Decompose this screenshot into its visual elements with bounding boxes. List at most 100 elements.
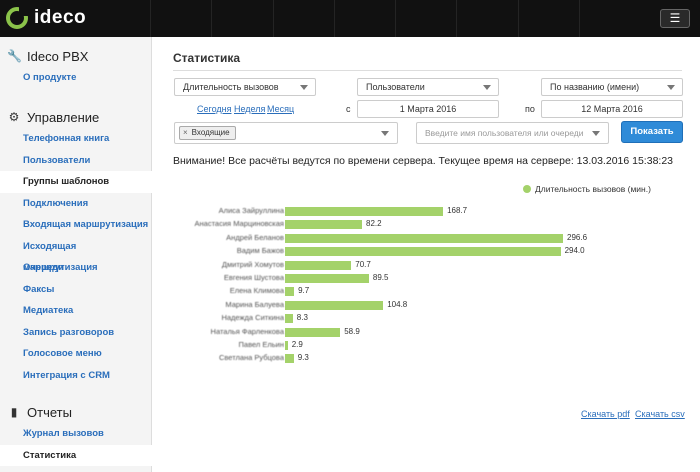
sidebar-item-call-log[interactable]: Журнал вызовов xyxy=(0,423,152,445)
bar-row: Евгения Шустова 89.5 xyxy=(152,272,700,285)
direction-multiselect[interactable]: × Входящие xyxy=(174,122,398,144)
metric-select-value: Длительность вызовов xyxy=(183,82,279,92)
bar-value-label: 2.9 xyxy=(291,340,303,349)
title-divider xyxy=(173,70,682,71)
sidebar-section-title: ⚙ Управление xyxy=(0,106,152,128)
bar[interactable] xyxy=(285,314,293,324)
bar-row: Надежда Ситкина 8.3 xyxy=(152,312,700,325)
hamburger-menu-button[interactable]: ☰ xyxy=(660,9,690,28)
direction-tag: × Входящие xyxy=(179,126,236,140)
sidebar-item-ivr[interactable]: Голосовое меню xyxy=(0,343,152,365)
group-by-select[interactable]: Пользователи xyxy=(357,78,499,96)
direction-tag-label: Входящие xyxy=(191,128,230,137)
sidebar-section-management: ⚙ Управление Телефонная книга Пользовате… xyxy=(0,106,153,387)
chevron-down-icon xyxy=(592,131,600,136)
bar-row: Павел Ельин 2.9 xyxy=(152,339,700,352)
bar[interactable] xyxy=(285,233,563,243)
sidebar-item-connections[interactable]: Подключения xyxy=(0,193,152,215)
main-content: Статистика Длительность вызовов Пользова… xyxy=(152,37,700,472)
bar-category-label: Евгения Шустова xyxy=(223,273,284,282)
bar-value-label: 8.3 xyxy=(296,313,308,323)
sidebar-section-title: 🔧 Ideco PBX xyxy=(0,45,152,67)
sidebar-item-template-groups[interactable]: Группы шаблонов xyxy=(0,171,153,193)
bar-row: Вадим Бажов 294.0 xyxy=(152,245,700,258)
bar-category-label: Елена Климова xyxy=(229,286,284,296)
sidebar-section-label: Ideco PBX xyxy=(27,48,89,64)
bar-category-label: Наталья Фарленкова xyxy=(210,326,284,336)
sidebar: 🔧 Ideco PBX О продукте ⚙ Управление Теле… xyxy=(0,37,153,472)
logo[interactable]: ideco xyxy=(6,7,86,29)
wrench-icon: 🔧 xyxy=(7,49,22,63)
bar[interactable] xyxy=(285,207,444,216)
bar[interactable] xyxy=(285,354,294,364)
logo-text: ideco xyxy=(34,7,87,28)
legend-label: Длительность вызовов (мин.) xyxy=(535,184,651,194)
bar[interactable] xyxy=(285,341,288,350)
top-bar: ideco ☰ xyxy=(0,0,700,37)
bar-value-label: 89.5 xyxy=(372,273,389,282)
bar-category-label: Дмитрий Хомутов xyxy=(221,259,284,269)
download-csv-link[interactable]: Скачать csv xyxy=(635,409,685,419)
page-title: Статистика xyxy=(173,51,241,65)
user-search-select[interactable]: Введите имя пользователя или очереди xyxy=(416,122,609,144)
sidebar-item-outbound-routing[interactable]: Исходящая маршрутизация xyxy=(0,236,152,274)
bar[interactable] xyxy=(285,260,352,270)
bar-value-label: 9.3 xyxy=(297,353,309,363)
bar-row: Елена Климова 9.7 xyxy=(152,285,700,298)
sidebar-item-phonebook[interactable]: Телефонная книга xyxy=(0,128,152,150)
bar-row: Светлана Рубцова 9.3 xyxy=(152,352,700,365)
top-bar-pattern xyxy=(150,0,640,37)
metric-select[interactable]: Длительность вызовов xyxy=(174,78,316,96)
sort-select[interactable]: По названию (имени) xyxy=(541,78,683,96)
sidebar-item-about[interactable]: О продукте xyxy=(0,67,152,89)
sidebar-item-inbound-routing[interactable]: Входящая маршрутизация xyxy=(0,214,152,236)
bar[interactable] xyxy=(285,274,369,283)
sidebar-item-faxes[interactable]: Факсы xyxy=(0,279,152,301)
sidebar-section-pbx: 🔧 Ideco PBX О продукте xyxy=(0,45,152,89)
duration-bar-chart: Алиса Зайруллина 168.7 Анастасия Марциновс… xyxy=(152,205,700,375)
bar-category-label: Андрей Беланов xyxy=(226,232,284,242)
user-search-placeholder: Введите имя пользователя или очереди xyxy=(425,128,584,138)
bar-chart-icon: ▮ xyxy=(10,405,18,419)
bar[interactable] xyxy=(285,327,341,337)
sidebar-item-statistics[interactable]: Статистика xyxy=(0,444,153,466)
bar-row: Наталья Фарленкова 58.9 xyxy=(152,326,700,339)
hamburger-icon: ☰ xyxy=(669,11,681,25)
download-pdf-link[interactable]: Скачать pdf xyxy=(581,409,630,419)
chart-legend: Длительность вызовов (мин.) xyxy=(523,184,651,194)
gear-icon: ⚙ xyxy=(8,110,20,124)
server-time-notice: Внимание! Все расчёты ведутся по времени… xyxy=(173,155,674,167)
bar-row: Дмитрий Хомутов 70.7 xyxy=(152,259,700,272)
sidebar-section-label: Управление xyxy=(27,109,100,125)
legend-swatch xyxy=(523,185,531,193)
bar-row: Андрей Беланов 296.6 xyxy=(152,232,700,245)
bar-category-label: Надежда Ситкина xyxy=(221,313,284,323)
sidebar-item-users[interactable]: Пользователи xyxy=(0,150,152,172)
bar[interactable] xyxy=(285,287,295,297)
show-button[interactable]: Показать xyxy=(621,121,683,143)
quick-range-month-link[interactable]: Месяц xyxy=(267,104,294,114)
sidebar-section-reports: ▮ Отчеты Журнал вызовов Статистика xyxy=(0,401,153,466)
chevron-down-icon xyxy=(667,85,675,90)
bar[interactable] xyxy=(285,220,363,230)
from-date-input[interactable]: 1 Марта 2016 xyxy=(357,100,499,118)
sidebar-item-media-library[interactable]: Медиатека xyxy=(0,300,152,322)
bar-value-label: 82.2 xyxy=(366,219,382,229)
quick-range-today-link[interactable]: Сегодня xyxy=(197,104,232,114)
tag-remove-icon[interactable]: × xyxy=(183,128,188,137)
bar-row: Марина Балуева 104.8 xyxy=(152,299,700,312)
bar-row: Алиса Зайруллина 168.7 xyxy=(152,205,700,218)
bar-category-label: Вадим Бажов xyxy=(236,246,284,256)
sidebar-section-title: ▮ Отчеты xyxy=(0,401,152,423)
sidebar-item-crm-integration[interactable]: Интеграция с CRM xyxy=(0,365,152,387)
chevron-down-icon xyxy=(381,131,389,136)
logo-ring-icon xyxy=(6,7,28,29)
sidebar-item-call-recording[interactable]: Запись разговоров xyxy=(0,322,152,344)
to-date-input[interactable]: 12 Марта 2016 xyxy=(541,100,683,118)
bar[interactable] xyxy=(285,247,561,257)
bar-value-label: 294.0 xyxy=(564,246,585,256)
bar[interactable] xyxy=(285,300,384,310)
quick-range-week-link[interactable]: Неделя xyxy=(234,104,265,114)
bar-value-label: 168.7 xyxy=(447,206,468,215)
bar-value-label: 296.6 xyxy=(567,232,588,242)
